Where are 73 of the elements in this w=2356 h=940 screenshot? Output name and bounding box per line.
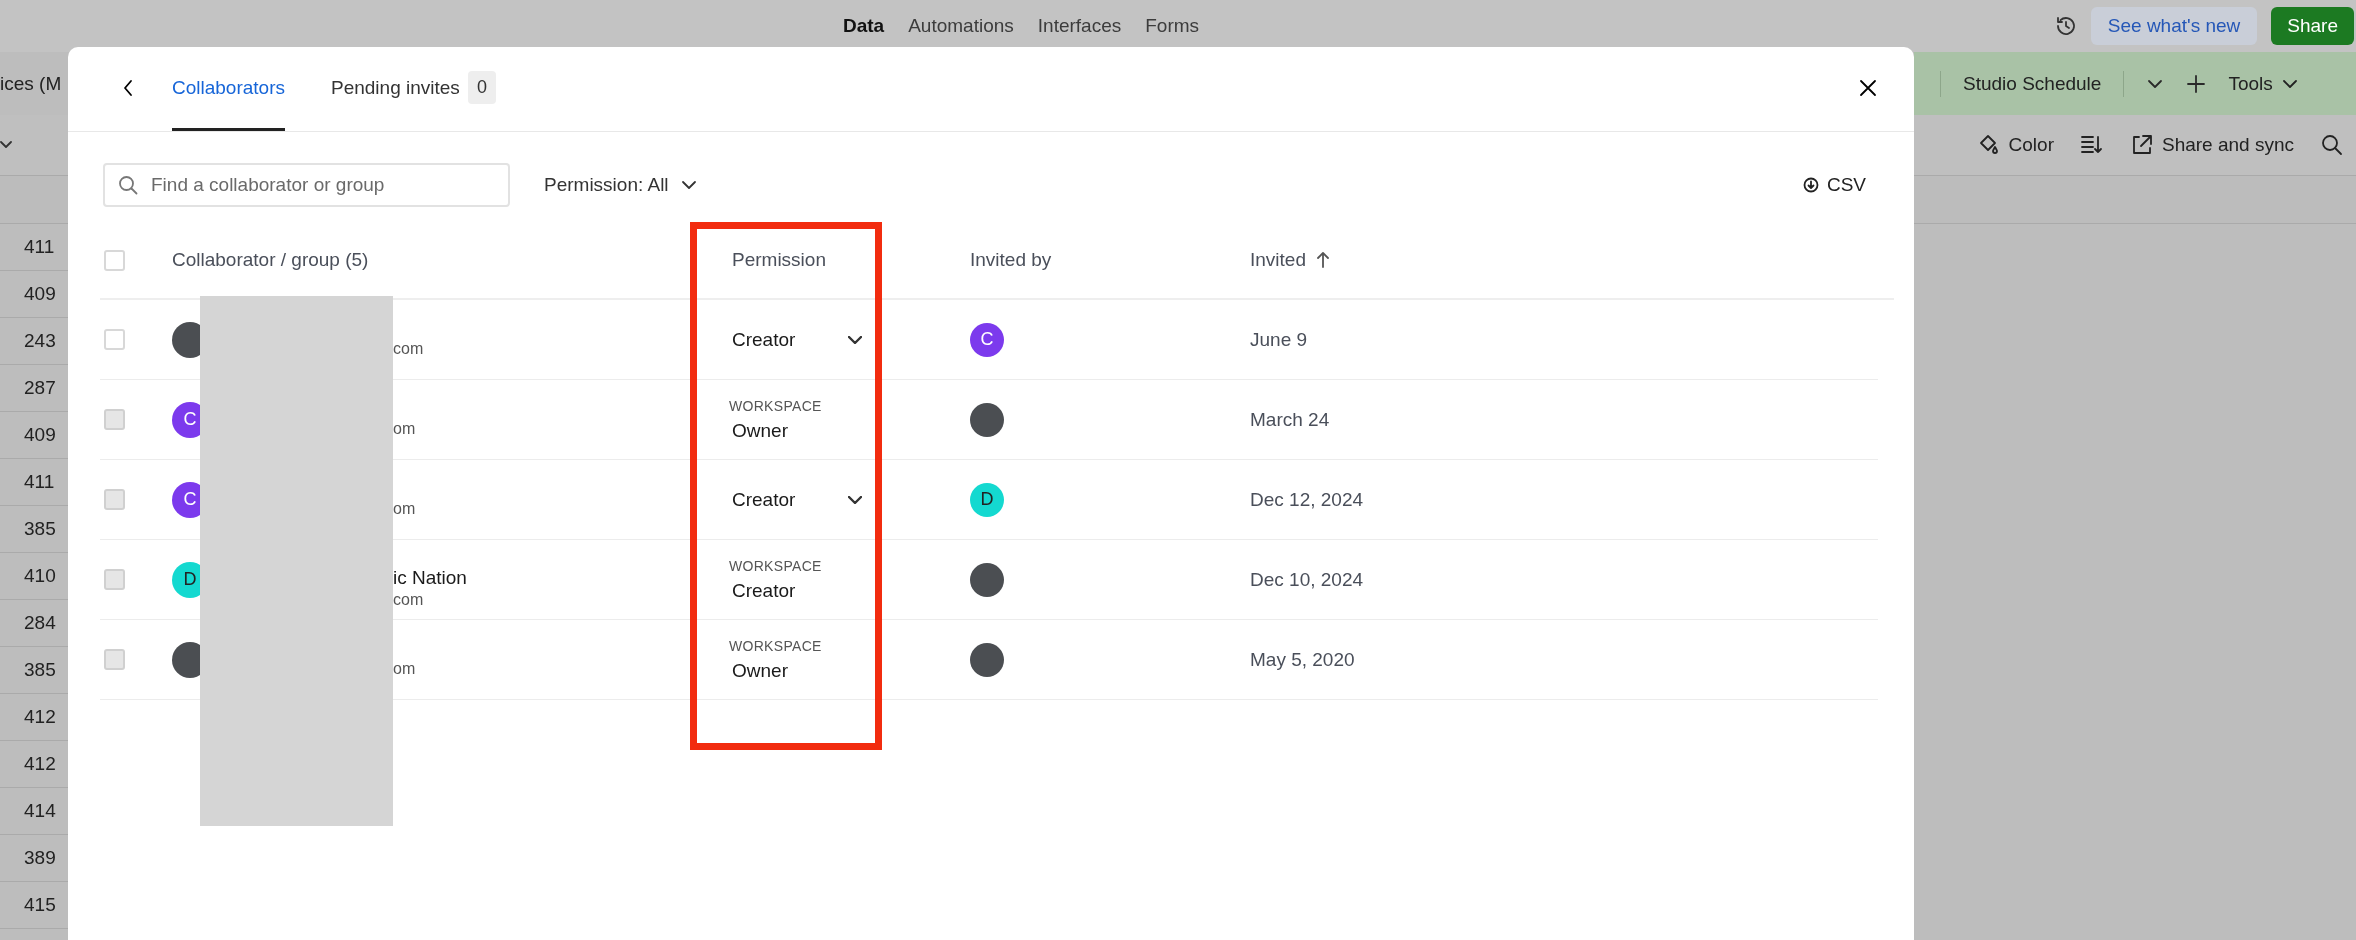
row-number: 284 bbox=[24, 612, 56, 634]
invited-date: March 24 bbox=[1250, 408, 1331, 431]
row-number: 411 bbox=[24, 236, 55, 258]
avatar: C bbox=[970, 322, 1004, 357]
collaborator-email: om bbox=[393, 659, 416, 678]
row-number: 243 bbox=[24, 330, 56, 352]
row-number: 385 bbox=[24, 518, 56, 540]
collaborator-email: om bbox=[393, 419, 416, 438]
collaborator-email: com bbox=[393, 339, 424, 358]
row-number: 412 bbox=[24, 706, 56, 728]
nav-tab[interactable]: Automations bbox=[908, 15, 1014, 37]
permission-role: Owner bbox=[732, 419, 789, 442]
invited-date: Dec 12, 2024 bbox=[1250, 488, 1365, 511]
history-icon[interactable] bbox=[2054, 15, 2077, 37]
row-number: 412 bbox=[24, 753, 56, 775]
table-tab[interactable]: ices (M bbox=[0, 72, 62, 95]
search-icon[interactable] bbox=[2320, 133, 2344, 157]
row-number: 409 bbox=[24, 424, 56, 446]
avatar-photo bbox=[970, 562, 1004, 597]
whats-new-button[interactable]: See what's new bbox=[2090, 7, 2258, 45]
avatar-photo bbox=[970, 642, 1004, 677]
nav-tab[interactable]: Interfaces bbox=[1037, 15, 1122, 37]
permission-dropdown[interactable]: Creator bbox=[732, 328, 862, 351]
row-number: 385 bbox=[24, 659, 56, 681]
avatar-photo bbox=[970, 402, 1004, 437]
count-badge: 0 bbox=[467, 71, 496, 104]
view-tab[interactable]: Studio Schedule bbox=[1963, 72, 2102, 95]
chevron-left-icon bbox=[122, 77, 134, 98]
column-header[interactable]: Invited by bbox=[970, 249, 1052, 271]
dialog-tab[interactable]: Collaborators bbox=[172, 47, 285, 131]
invited-date: Dec 10, 2024 bbox=[1250, 568, 1365, 591]
color-button[interactable]: Color bbox=[1976, 133, 2054, 157]
row-number: 410 bbox=[24, 565, 56, 587]
collaborator-email: om bbox=[393, 499, 416, 518]
row-number: 409 bbox=[24, 283, 56, 305]
nav-tab[interactable]: Forms bbox=[1145, 15, 1200, 37]
chevron-down-icon bbox=[680, 178, 697, 192]
share-button[interactable]: Share bbox=[2271, 7, 2354, 45]
dialog-tab[interactable]: Pending invites 0 bbox=[331, 47, 496, 131]
column-header[interactable]: Permission bbox=[732, 249, 826, 271]
download-icon bbox=[1802, 177, 1819, 193]
chevron-down-icon bbox=[848, 495, 862, 504]
row-number: 414 bbox=[24, 800, 56, 822]
collaborator-name: ic Nation bbox=[393, 566, 467, 589]
select-all-checkbox[interactable] bbox=[104, 249, 125, 271]
workspace-label: WORKSPACE bbox=[729, 557, 823, 574]
nav-tab[interactable]: Data bbox=[843, 15, 885, 37]
workspace-label: WORKSPACE bbox=[729, 397, 823, 414]
close-icon bbox=[1858, 77, 1878, 98]
invited-date: May 5, 2020 bbox=[1250, 648, 1356, 671]
csv-export-button[interactable]: CSV bbox=[1802, 174, 1866, 196]
invited-date: June 9 bbox=[1250, 328, 1309, 351]
plus-icon[interactable] bbox=[2186, 73, 2207, 94]
row-number: 411 bbox=[24, 471, 55, 493]
column-header[interactable]: Invited bbox=[1250, 249, 1306, 271]
tools-menu[interactable]: Tools bbox=[2228, 72, 2299, 95]
permission-role: Creator bbox=[732, 579, 797, 602]
row-number: 389 bbox=[24, 847, 56, 869]
chevron-down-icon bbox=[848, 335, 862, 344]
collaborator-email: com bbox=[393, 590, 425, 609]
avatar: D bbox=[970, 482, 1004, 517]
arrow-up-icon[interactable] bbox=[1316, 251, 1330, 269]
column-header[interactable]: Collaborator / group (5) bbox=[172, 249, 369, 271]
workspace-label: WORKSPACE bbox=[729, 637, 823, 654]
permission-role: Owner bbox=[732, 659, 789, 682]
share-button[interactable]: Share and sync bbox=[2129, 133, 2294, 157]
row-checkbox[interactable] bbox=[104, 329, 125, 350]
search-field[interactable]: Find a collaborator or group bbox=[103, 163, 510, 207]
permission-filter[interactable]: Permission: All bbox=[544, 174, 697, 196]
row-number: 415 bbox=[24, 894, 56, 916]
row-number: 287 bbox=[24, 377, 56, 399]
search-icon bbox=[118, 175, 138, 195]
chevron-down-icon[interactable] bbox=[0, 139, 14, 151]
